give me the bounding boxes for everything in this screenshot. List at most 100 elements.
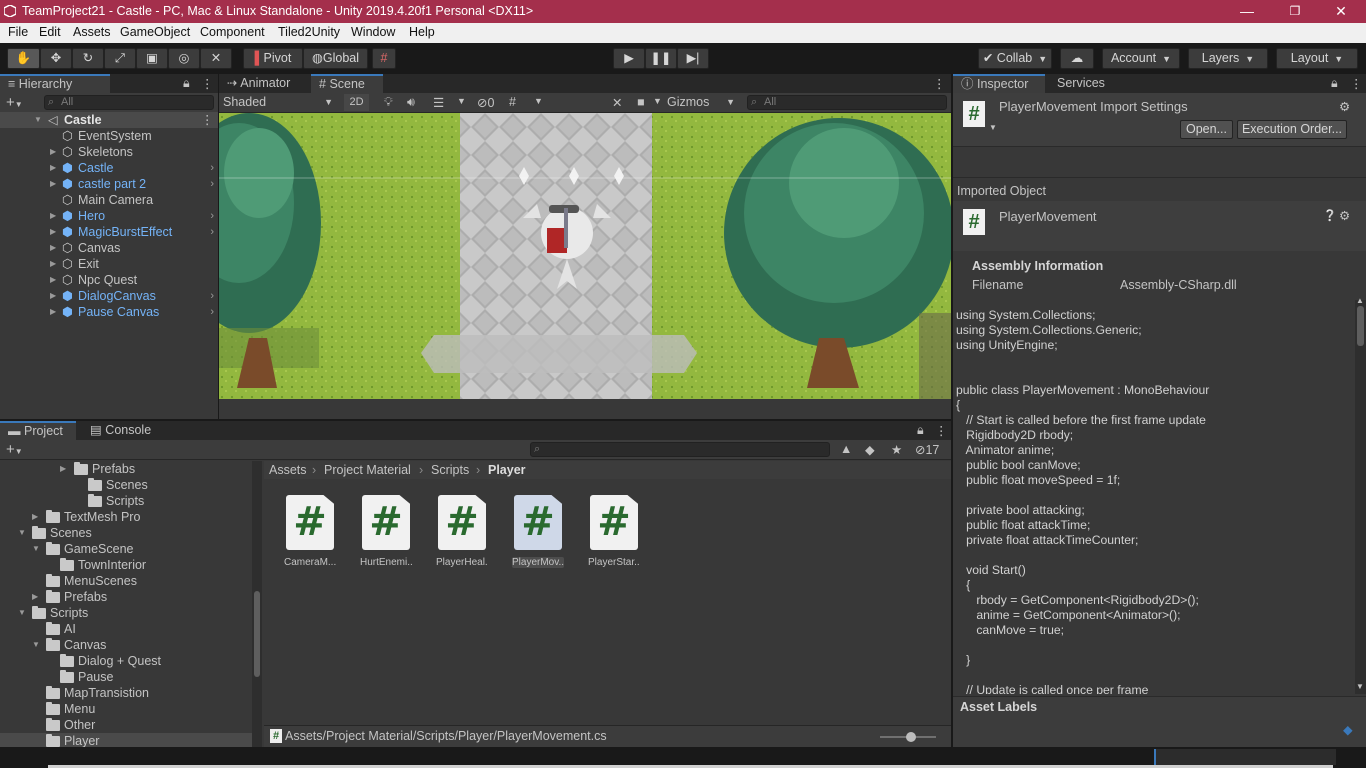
tab-console[interactable]: ▤ Console: [82, 421, 162, 440]
cloud-button[interactable]: ☁: [1060, 48, 1094, 69]
transform-tool-button[interactable]: ◎: [168, 48, 200, 69]
breadcrumb-project-material[interactable]: Project Material: [324, 463, 411, 477]
2d-toggle[interactable]: 2D: [344, 94, 369, 111]
lock-icon[interactable]: 🔒︎: [183, 76, 190, 91]
gizmos-dropdown[interactable]: Gizmos ▼: [667, 93, 735, 112]
menu-file[interactable]: File: [8, 25, 28, 39]
project-search-input[interactable]: ⌕: [530, 442, 830, 457]
help-icon[interactable]: ❔: [1323, 209, 1337, 222]
folder-tree-item[interactable]: Scripts: [0, 493, 262, 509]
open-prefab-chevron-icon[interactable]: ›: [210, 160, 214, 176]
expand-arrow-icon[interactable]: ▶: [50, 256, 56, 272]
menu-gameobject[interactable]: GameObject: [120, 25, 190, 39]
expand-arrow-icon[interactable]: ▶: [50, 224, 56, 240]
create-button[interactable]: +▼: [6, 94, 23, 111]
expand-arrow-icon[interactable]: ▶: [50, 240, 56, 256]
folder-tree-item[interactable]: ▶ Prefabs: [0, 461, 262, 477]
scroll-up-icon[interactable]: ▲: [1356, 296, 1364, 305]
hierarchy-item[interactable]: ▶ ⬡ Canvas: [0, 240, 218, 256]
folder-tree-item[interactable]: Scenes: [0, 477, 262, 493]
scene-row[interactable]: ▼ ◁ Castle ⋮: [0, 112, 218, 128]
scene-viewport[interactable]: [219, 113, 951, 399]
shading-mode-dropdown[interactable]: Shaded ▼: [219, 93, 337, 112]
folder-tree-item[interactable]: ▼ GameScene: [0, 541, 262, 557]
expand-arrow-icon[interactable]: ▼: [32, 541, 40, 557]
breadcrumb-scripts[interactable]: Scripts: [431, 463, 469, 477]
lighting-icon[interactable]: 💡︎: [384, 95, 393, 110]
open-button[interactable]: Open...: [1180, 120, 1233, 139]
expand-arrow-icon[interactable]: ▶: [50, 288, 56, 304]
pause-button[interactable]: ❚❚: [645, 48, 677, 69]
rect-tool-button[interactable]: ▣: [136, 48, 168, 69]
breadcrumb-player[interactable]: Player: [488, 463, 526, 477]
script-file-tile[interactable]: # PlayerMov...: [512, 495, 564, 568]
layout-dropdown[interactable]: Layout ▼: [1276, 48, 1358, 69]
favorite-star-icon[interactable]: ★: [891, 442, 902, 457]
inspector-scrollbar[interactable]: ▲ ▼: [1355, 296, 1366, 694]
kebab-menu-icon[interactable]: ⋮: [935, 423, 948, 438]
hidden-packages-toggle[interactable]: ⊘17: [915, 442, 939, 457]
expand-arrow-icon[interactable]: ▶: [32, 509, 38, 525]
scale-tool-button[interactable]: ⤢: [104, 48, 136, 69]
open-prefab-chevron-icon[interactable]: ›: [210, 304, 214, 320]
restore-button[interactable]: ❐: [1272, 0, 1318, 23]
pivot-toggle[interactable]: ▌Pivot: [243, 48, 303, 69]
hierarchy-item[interactable]: ▶ ⬢ DialogCanvas ›: [0, 288, 218, 304]
expand-arrow-icon[interactable]: ▼: [18, 605, 26, 621]
camera-icon[interactable]: ■: [637, 95, 645, 109]
effects-icon[interactable]: ☰: [433, 95, 444, 110]
gear-icon[interactable]: ⚙: [1339, 99, 1350, 114]
open-prefab-chevron-icon[interactable]: ›: [210, 288, 214, 304]
rotate-tool-button[interactable]: ↻: [72, 48, 104, 69]
tab-project[interactable]: ▬ Project: [0, 421, 76, 440]
tab-animator[interactable]: ⇢ Animator: [219, 74, 307, 93]
expand-arrow-icon[interactable]: ▶: [50, 176, 56, 192]
menu-help[interactable]: Help: [409, 25, 435, 39]
tree-scrollbar[interactable]: [252, 461, 262, 747]
folder-tree-item[interactable]: MenuScenes: [0, 573, 262, 589]
hierarchy-item[interactable]: ▶ ⬡ Skeletons: [0, 144, 218, 160]
tab-scene[interactable]: # Scene: [311, 74, 383, 93]
step-button[interactable]: ▶|: [677, 48, 709, 69]
folder-tree-item[interactable]: Menu: [0, 701, 262, 717]
account-dropdown[interactable]: Account ▼: [1102, 48, 1180, 69]
expand-arrow-icon[interactable]: ▼: [18, 525, 26, 541]
label-icon[interactable]: ◆: [865, 442, 875, 457]
folder-tree-item[interactable]: ▶ TextMesh Pro: [0, 509, 262, 525]
close-button[interactable]: ✕: [1318, 0, 1364, 23]
search-by-type-icon[interactable]: ▲: [840, 442, 852, 456]
hierarchy-item[interactable]: ⬡ Main Camera: [0, 192, 218, 208]
custom-tool-button[interactable]: ✕: [200, 48, 232, 69]
scrollbar-thumb[interactable]: [1357, 306, 1364, 346]
folder-tree-item[interactable]: Other: [0, 717, 262, 733]
chevron-down-icon[interactable]: ▼: [534, 96, 543, 106]
tree-scrollbar-thumb[interactable]: [254, 591, 260, 677]
folder-tree-item[interactable]: ▼ Scenes: [0, 525, 262, 541]
hierarchy-item[interactable]: ▶ ⬡ Npc Quest: [0, 272, 218, 288]
kebab-menu-icon[interactable]: ⋮: [201, 76, 214, 91]
folder-tree-item[interactable]: TownInterior: [0, 557, 262, 573]
folder-tree-item[interactable]: Player: [0, 733, 262, 747]
tools-icon[interactable]: ✕: [612, 95, 622, 110]
folder-tree-item[interactable]: Dialog + Quest: [0, 653, 262, 669]
folder-tree-item[interactable]: Pause: [0, 669, 262, 685]
expand-arrow-icon[interactable]: ▶: [50, 144, 56, 160]
hierarchy-item[interactable]: ▶ ⬡ Exit: [0, 256, 218, 272]
tab-services[interactable]: Services: [1049, 74, 1129, 93]
script-file-tile[interactable]: # HurtEnemi...: [360, 495, 412, 568]
tab-inspector[interactable]: ⓘ Inspector: [953, 74, 1045, 93]
icon-size-slider[interactable]: [880, 732, 936, 742]
expand-arrow-icon[interactable]: ▶: [60, 461, 66, 477]
lock-icon[interactable]: 🔒︎: [1331, 76, 1338, 91]
hierarchy-item[interactable]: ⬡ EventSystem: [0, 128, 218, 144]
folder-tree-item[interactable]: AI: [0, 621, 262, 637]
menu-assets[interactable]: Assets: [73, 25, 111, 39]
script-file-tile[interactable]: # CameraM...: [284, 495, 336, 568]
chevron-down-icon[interactable]: ▼: [989, 123, 997, 132]
tab-hierarchy[interactable]: ≡ Hierarchy: [0, 74, 110, 93]
hierarchy-item[interactable]: ▶ ⬢ Pause Canvas ›: [0, 304, 218, 320]
expand-arrow-icon[interactable]: ▶: [32, 589, 38, 605]
folder-tree-item[interactable]: MapTransistion: [0, 685, 262, 701]
hidden-objects-toggle[interactable]: ⊘0: [477, 95, 494, 110]
label-tag-icon[interactable]: ◆: [1343, 722, 1353, 737]
